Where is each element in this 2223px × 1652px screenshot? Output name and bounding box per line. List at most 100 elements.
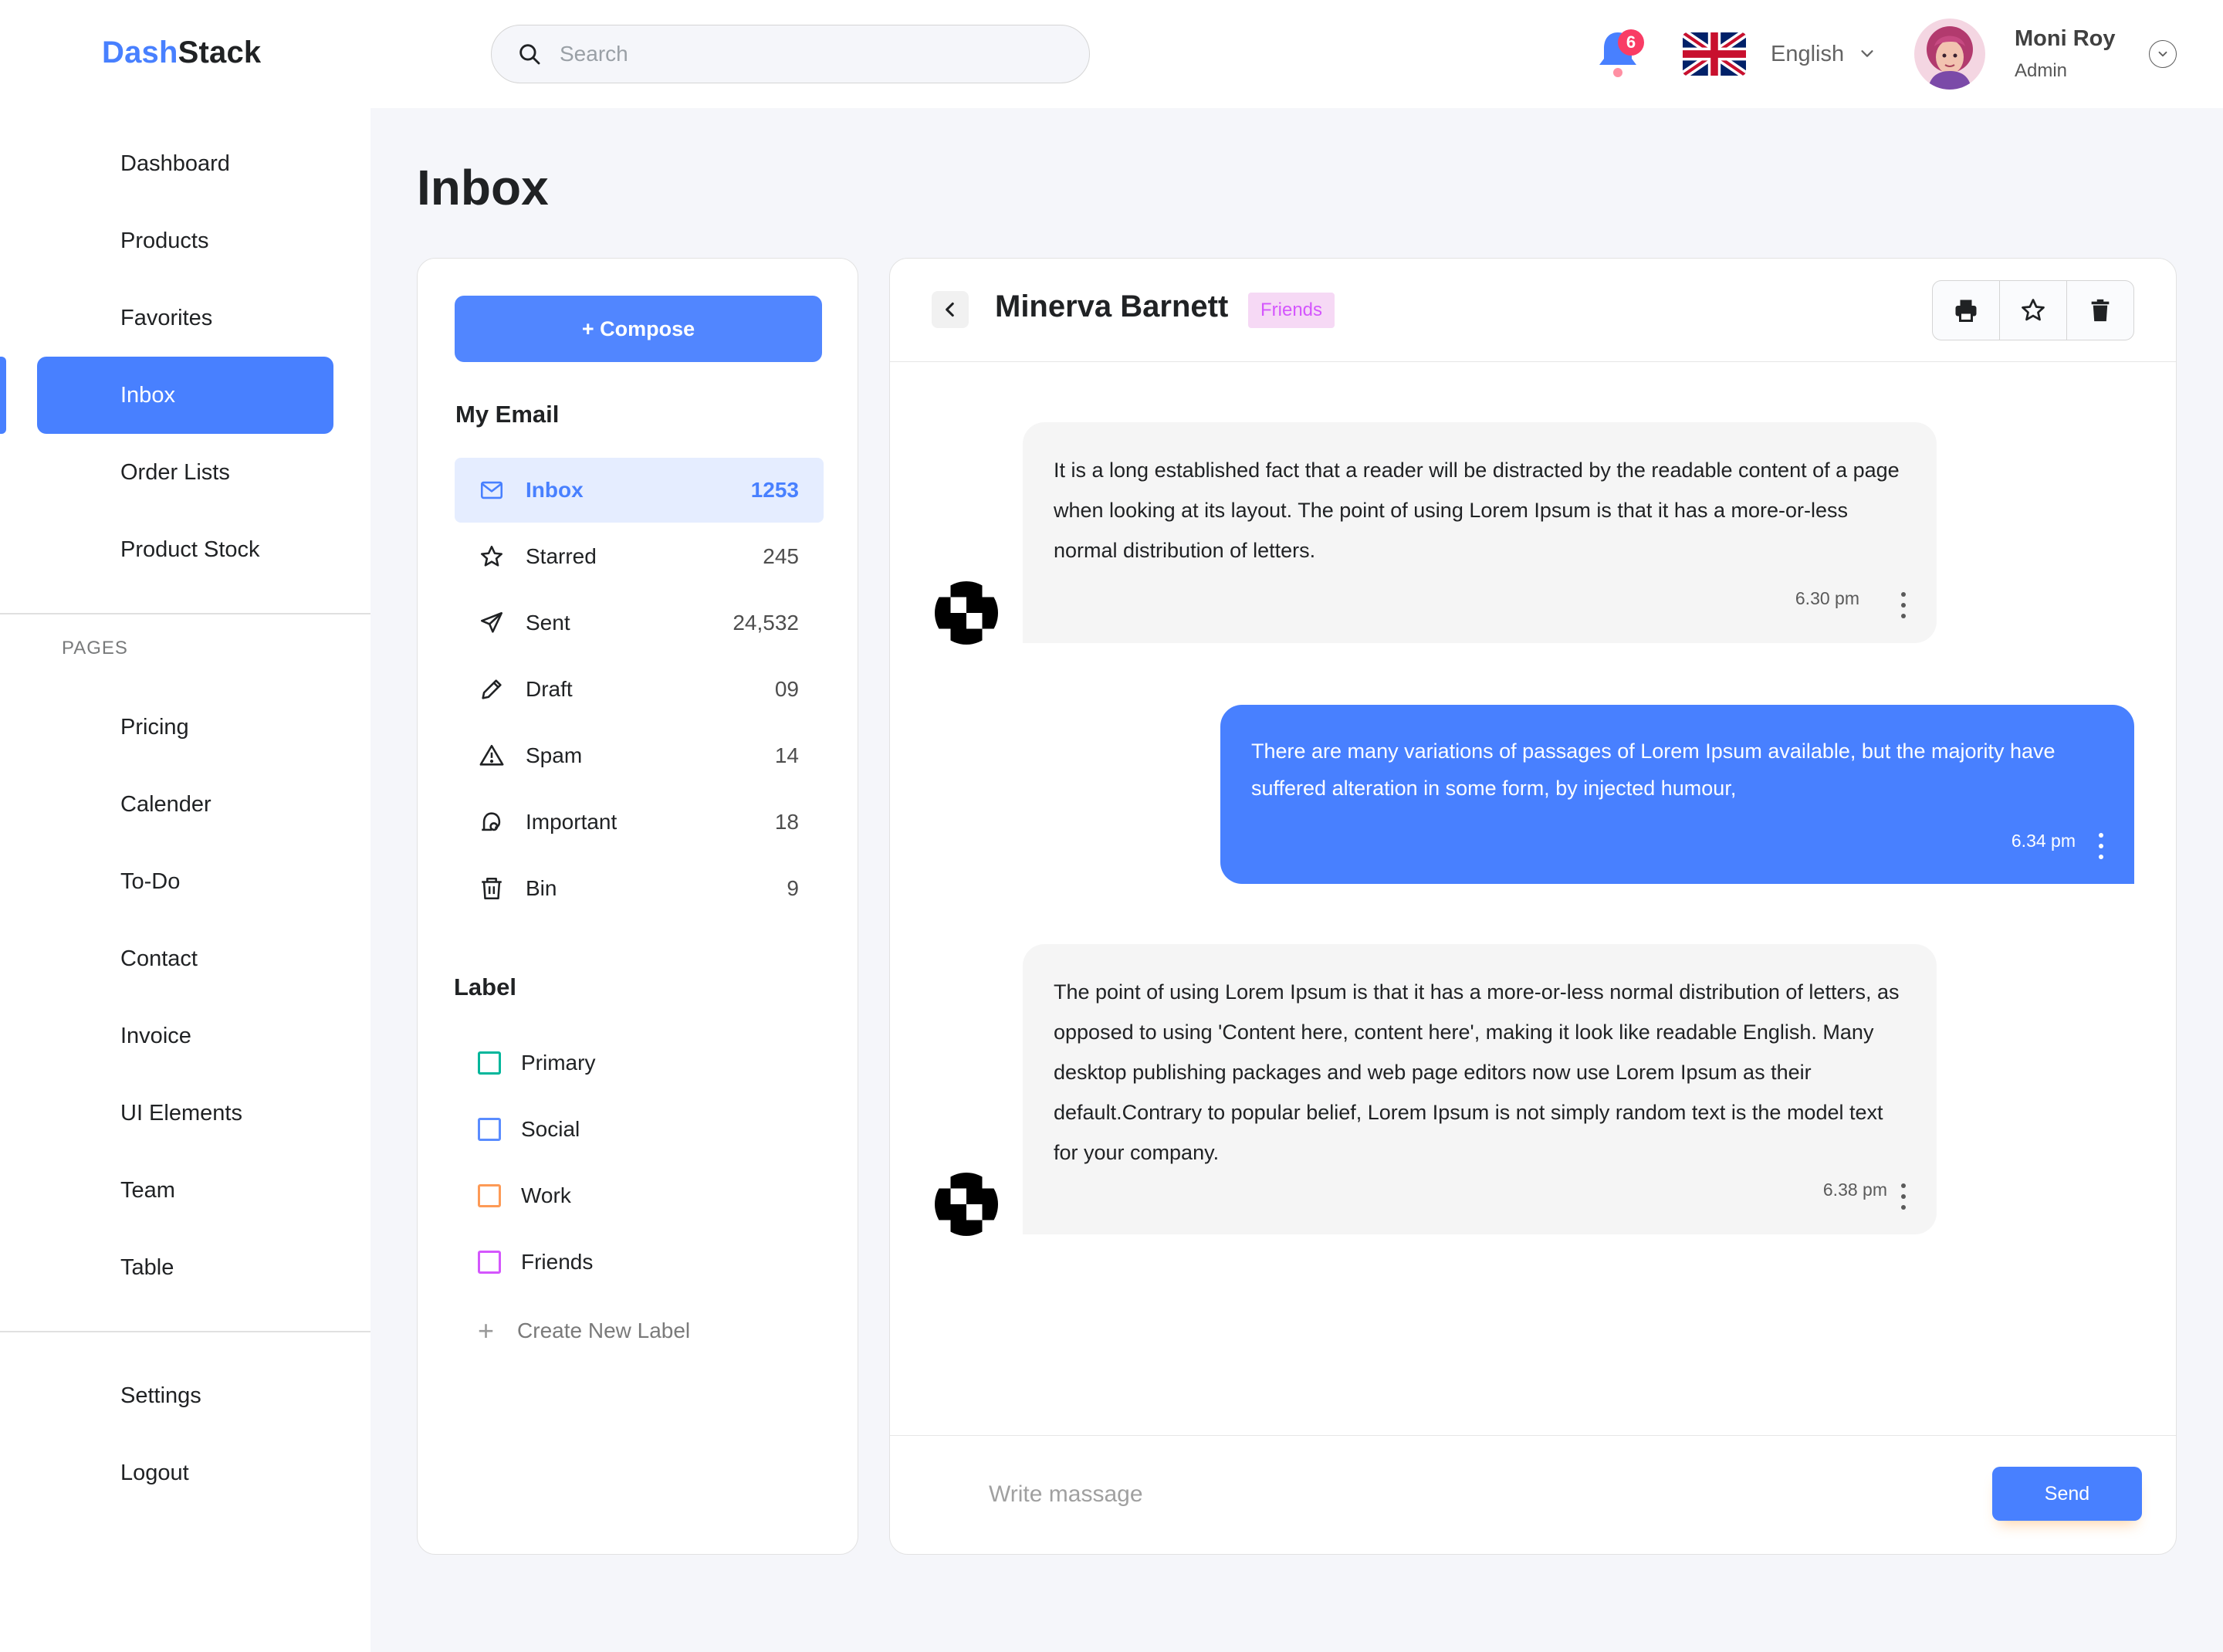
search-input[interactable] — [560, 42, 1023, 66]
mail-folders-panel: + Compose My Email Inbox 1253 Starred 24… — [417, 258, 858, 1555]
brand-logo-part1: Dash — [102, 36, 178, 69]
folder-label: Draft — [526, 677, 573, 701]
print-button[interactable] — [1933, 281, 2000, 340]
brand-logo-part2: Stack — [178, 36, 262, 69]
star-button[interactable] — [2000, 281, 2067, 340]
star-icon — [2022, 299, 2045, 321]
active-indicator — [0, 357, 6, 434]
trash-icon — [478, 875, 506, 902]
conversation-header: Minerva Barnett Friends — [890, 259, 2176, 362]
message-input[interactable] — [989, 1471, 1915, 1518]
sidebar-item-to-do[interactable]: To-Do — [37, 843, 333, 920]
avatar[interactable] — [1914, 19, 1985, 90]
pencil-icon — [478, 675, 506, 703]
message-bubble-incoming: The point of using Lorem Ipsum is that i… — [1023, 944, 1937, 1234]
label-friends[interactable]: Friends — [478, 1239, 593, 1285]
label-name: Friends — [521, 1250, 594, 1274]
sidebar-item-favorites[interactable]: Favorites — [37, 279, 333, 357]
folder-draft[interactable]: Draft 09 — [455, 657, 824, 722]
star-icon — [478, 543, 506, 570]
sidebar: Dashboard Products Favorites Inbox Order… — [0, 108, 370, 1652]
chevron-left-icon — [946, 302, 954, 317]
my-email-title: My Email — [455, 401, 560, 428]
sidebar-item-team[interactable]: Team — [37, 1152, 333, 1229]
sidebar-item-product-stock[interactable]: Product Stock — [37, 511, 333, 588]
sidebar-item-ui-elements[interactable]: UI Elements — [37, 1075, 333, 1152]
checkbox[interactable] — [478, 1051, 501, 1075]
sidebar-item-order-lists[interactable]: Order Lists — [37, 434, 333, 511]
page-title: Inbox — [417, 160, 549, 215]
search-bar[interactable] — [491, 25, 1090, 83]
folder-count: 1253 — [750, 478, 799, 502]
delete-button[interactable] — [2067, 281, 2133, 340]
message-time: 6.30 pm — [1795, 588, 1859, 608]
sidebar-divider — [0, 613, 370, 614]
folder-count: 24,532 — [733, 611, 799, 635]
sidebar-item-invoice[interactable]: Invoice — [37, 997, 333, 1075]
send-icon — [478, 609, 506, 637]
create-new-label-button[interactable]: + Create New Label — [478, 1315, 690, 1347]
folder-count: 9 — [787, 876, 799, 900]
back-button[interactable] — [932, 291, 969, 328]
sidebar-item-products[interactable]: Products — [37, 202, 333, 279]
message-text: The point of using Lorem Ipsum is that i… — [1054, 980, 1900, 1164]
checkbox[interactable] — [478, 1118, 501, 1141]
more-vertical-icon[interactable] — [1900, 592, 1907, 618]
folder-label: Inbox — [526, 478, 584, 502]
sidebar-item-inbox[interactable]: Inbox — [37, 357, 333, 434]
conversation-panel: Minerva Barnett Friends It is a long est… — [889, 258, 2177, 1555]
message-text: There are many variations of passages of… — [1251, 740, 2056, 800]
contact-name: Minerva Barnett — [995, 289, 1229, 323]
chevron-down-icon[interactable] — [1859, 45, 1876, 62]
folder-starred[interactable]: Starred 245 — [455, 524, 824, 589]
sidebar-divider — [0, 1331, 370, 1332]
folder-bin[interactable]: Bin 9 — [455, 856, 824, 921]
create-new-label-text: Create New Label — [517, 1319, 691, 1342]
send-button[interactable]: Send — [1992, 1467, 2142, 1521]
important-icon — [478, 808, 506, 836]
sidebar-item-logout[interactable]: Logout — [37, 1434, 333, 1512]
brand-logo[interactable]: DashStack — [102, 36, 261, 70]
search-icon — [519, 44, 540, 65]
folder-count: 245 — [763, 544, 799, 568]
label-name: Primary — [521, 1051, 596, 1075]
sender-avatar — [935, 1173, 998, 1236]
message-bubble-incoming: It is a long established fact that a rea… — [1023, 422, 1937, 643]
folder-label: Sent — [526, 611, 570, 635]
user-role: Admin — [2015, 60, 2068, 81]
sidebar-item-pricing[interactable]: Pricing — [37, 689, 333, 766]
sidebar-item-table[interactable]: Table — [37, 1229, 333, 1306]
compose-button[interactable]: + Compose — [455, 296, 822, 362]
conversation-toolbar — [1932, 280, 2134, 340]
more-vertical-icon[interactable] — [1900, 1183, 1907, 1210]
folder-important[interactable]: Important 18 — [455, 790, 824, 855]
folder-sent[interactable]: Sent 24,532 — [455, 591, 824, 655]
sidebar-item-dashboard[interactable]: Dashboard — [37, 125, 333, 202]
checkbox[interactable] — [478, 1251, 501, 1274]
message-composer: Send — [890, 1435, 2176, 1554]
chevron-down-icon — [2158, 51, 2167, 57]
message-bubble-outgoing: There are many variations of passages of… — [1220, 705, 2134, 884]
sidebar-item-calender[interactable]: Calender — [37, 766, 333, 843]
sidebar-item-settings[interactable]: Settings — [37, 1357, 333, 1434]
folder-inbox[interactable]: Inbox 1253 — [455, 458, 824, 523]
warning-icon — [478, 742, 506, 770]
printer-icon — [1955, 300, 1977, 322]
pages-section-title: PAGES — [62, 638, 128, 658]
more-vertical-icon[interactable] — [2097, 833, 2105, 859]
sidebar-item-contact[interactable]: Contact — [37, 920, 333, 997]
label-social[interactable]: Social — [478, 1106, 580, 1153]
folder-count: 09 — [774, 677, 799, 701]
label-work[interactable]: Work — [478, 1173, 571, 1219]
folder-spam[interactable]: Spam 14 — [455, 723, 824, 788]
folder-label: Starred — [526, 544, 597, 568]
uk-flag-icon[interactable] — [1683, 32, 1746, 76]
notification-badge: 6 — [1618, 29, 1644, 56]
top-bar: DashStack 6 English Moni Roy — [0, 0, 2223, 108]
label-name: Work — [521, 1183, 571, 1207]
user-menu-button[interactable] — [2149, 40, 2177, 68]
label-primary[interactable]: Primary — [478, 1040, 595, 1086]
language-selector[interactable]: English — [1771, 42, 1844, 67]
mail-icon — [478, 476, 506, 504]
checkbox[interactable] — [478, 1184, 501, 1207]
